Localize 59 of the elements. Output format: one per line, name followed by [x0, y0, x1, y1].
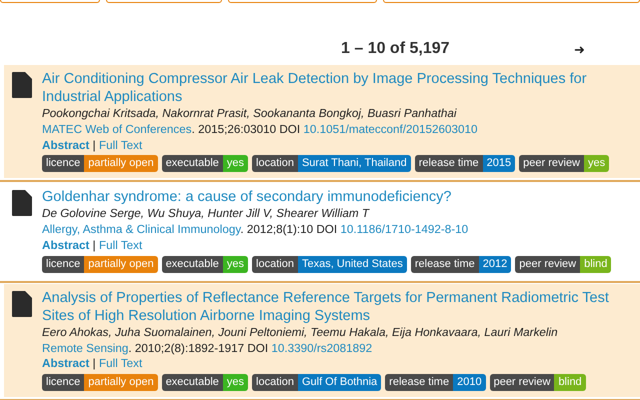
badge-value: blind — [554, 374, 586, 392]
badge-value: yes — [222, 374, 248, 392]
badge-value: Texas, United States — [298, 256, 407, 273]
full-text-link[interactable]: Full Text — [98, 138, 142, 152]
badge-value: Surat Thani, Thailand — [298, 155, 411, 172]
abstract-link[interactable]: Abstract — [42, 138, 90, 152]
citation-text: MATEC Web of Conferences. 2015;26:03010 DOI 10.1051/matecconf/20152603010 — [42, 122, 479, 138]
badge-label: peer review — [490, 374, 554, 392]
journal-link[interactable]: MATEC Web of Conferences — [42, 122, 192, 136]
badge-label: licence — [42, 155, 84, 172]
doi-link[interactable]: 10.1186/1710-1492-8-10 — [340, 223, 468, 236]
badge-value: Gulf Of Bothnia — [298, 374, 382, 392]
full-text-link[interactable]: Full Text — [98, 238, 142, 252]
badge-value: partially open — [84, 374, 158, 392]
badge-label: licence — [42, 374, 84, 392]
journal-link[interactable]: Allergy, Asthma & Clinical Immunology — [42, 223, 240, 236]
document-icon — [12, 70, 32, 98]
citation-text: Remote Sensing. 2010;2(8):1892-1917 DOI 10.3390/rs2081892 — [42, 340, 374, 356]
next-page-link[interactable]: ➜ — [574, 42, 585, 56]
badge-label: executable — [162, 374, 223, 392]
doi-link[interactable]: 10.1051/matecconf/20152603010 — [303, 122, 478, 136]
badge-value: partially open — [84, 256, 158, 273]
result-title-link[interactable]: Air Conditioning Compressor Air Leak Detection by Image Processing Techniques for Industrial Applications — [42, 70, 640, 106]
badge-value: yes — [584, 155, 610, 172]
authors-text: Pookongchai Kritsada, Nakornrat Prasit, Sookananta Bongkoj, Buasri Panhathai — [42, 106, 458, 122]
badge-value: 2010 — [453, 374, 486, 392]
authors-text: Eero Ahokas, Juha Suomalainen, Jouni Peltoniemi, Teemu Hakala, Eija Honkavaara, Lauri Markelin — [42, 324, 559, 341]
badge-label: location — [252, 256, 298, 273]
authors-text: De Golovine Serge, Wu Shuya, Hunter Jill V, Shearer William T — [42, 206, 371, 222]
badge-label: location — [252, 374, 298, 392]
separator-text: | — [92, 357, 96, 370]
badge-value: blind — [580, 256, 612, 273]
badge-value: 2015 — [482, 155, 516, 172]
badge-label: release time — [385, 374, 454, 392]
document-icon — [12, 188, 32, 216]
result-title-link[interactable]: Goldenhar syndrome: a cause of secondary immunodeficiency? — [42, 188, 612, 206]
badge-label: executable — [162, 256, 223, 273]
badge-value: 2012 — [478, 256, 512, 273]
abstract-link[interactable]: Abstract — [42, 238, 90, 252]
citation-text: Allergy, Asthma & Clinical Immunology. 2012;8(1):10 DOI 10.1186/1710-1492-8-10 — [42, 222, 470, 238]
badge-label: release time — [410, 256, 479, 273]
separator-text: | — [92, 238, 96, 252]
doi-link[interactable]: 10.3390/rs2081892 — [271, 342, 372, 355]
page-range: 1 – 10 of 5,197 — [341, 40, 450, 58]
full-text-link[interactable]: Full Text — [98, 357, 142, 370]
badge-value: partially open — [84, 155, 158, 172]
separator-text: | — [92, 138, 96, 152]
document-icon — [12, 288, 32, 317]
badge-label: location — [252, 155, 298, 172]
result-title-link[interactable]: Analysis of Properties of Reflectance Reference Targets for Permanent Radiometric Test Sites of High Resolution Airborne Imaging Systems — [42, 288, 640, 325]
badge-label: release time — [414, 155, 483, 172]
badge-value: yes — [222, 256, 248, 273]
badge-label: executable — [162, 155, 223, 172]
abstract-link[interactable]: Abstract — [42, 357, 90, 370]
badge-value: yes — [222, 155, 248, 172]
badge-label: peer review — [515, 256, 580, 273]
badge-label: licence — [42, 256, 84, 273]
badge-label: peer review — [519, 155, 584, 172]
journal-link[interactable]: Remote Sensing — [42, 342, 128, 355]
